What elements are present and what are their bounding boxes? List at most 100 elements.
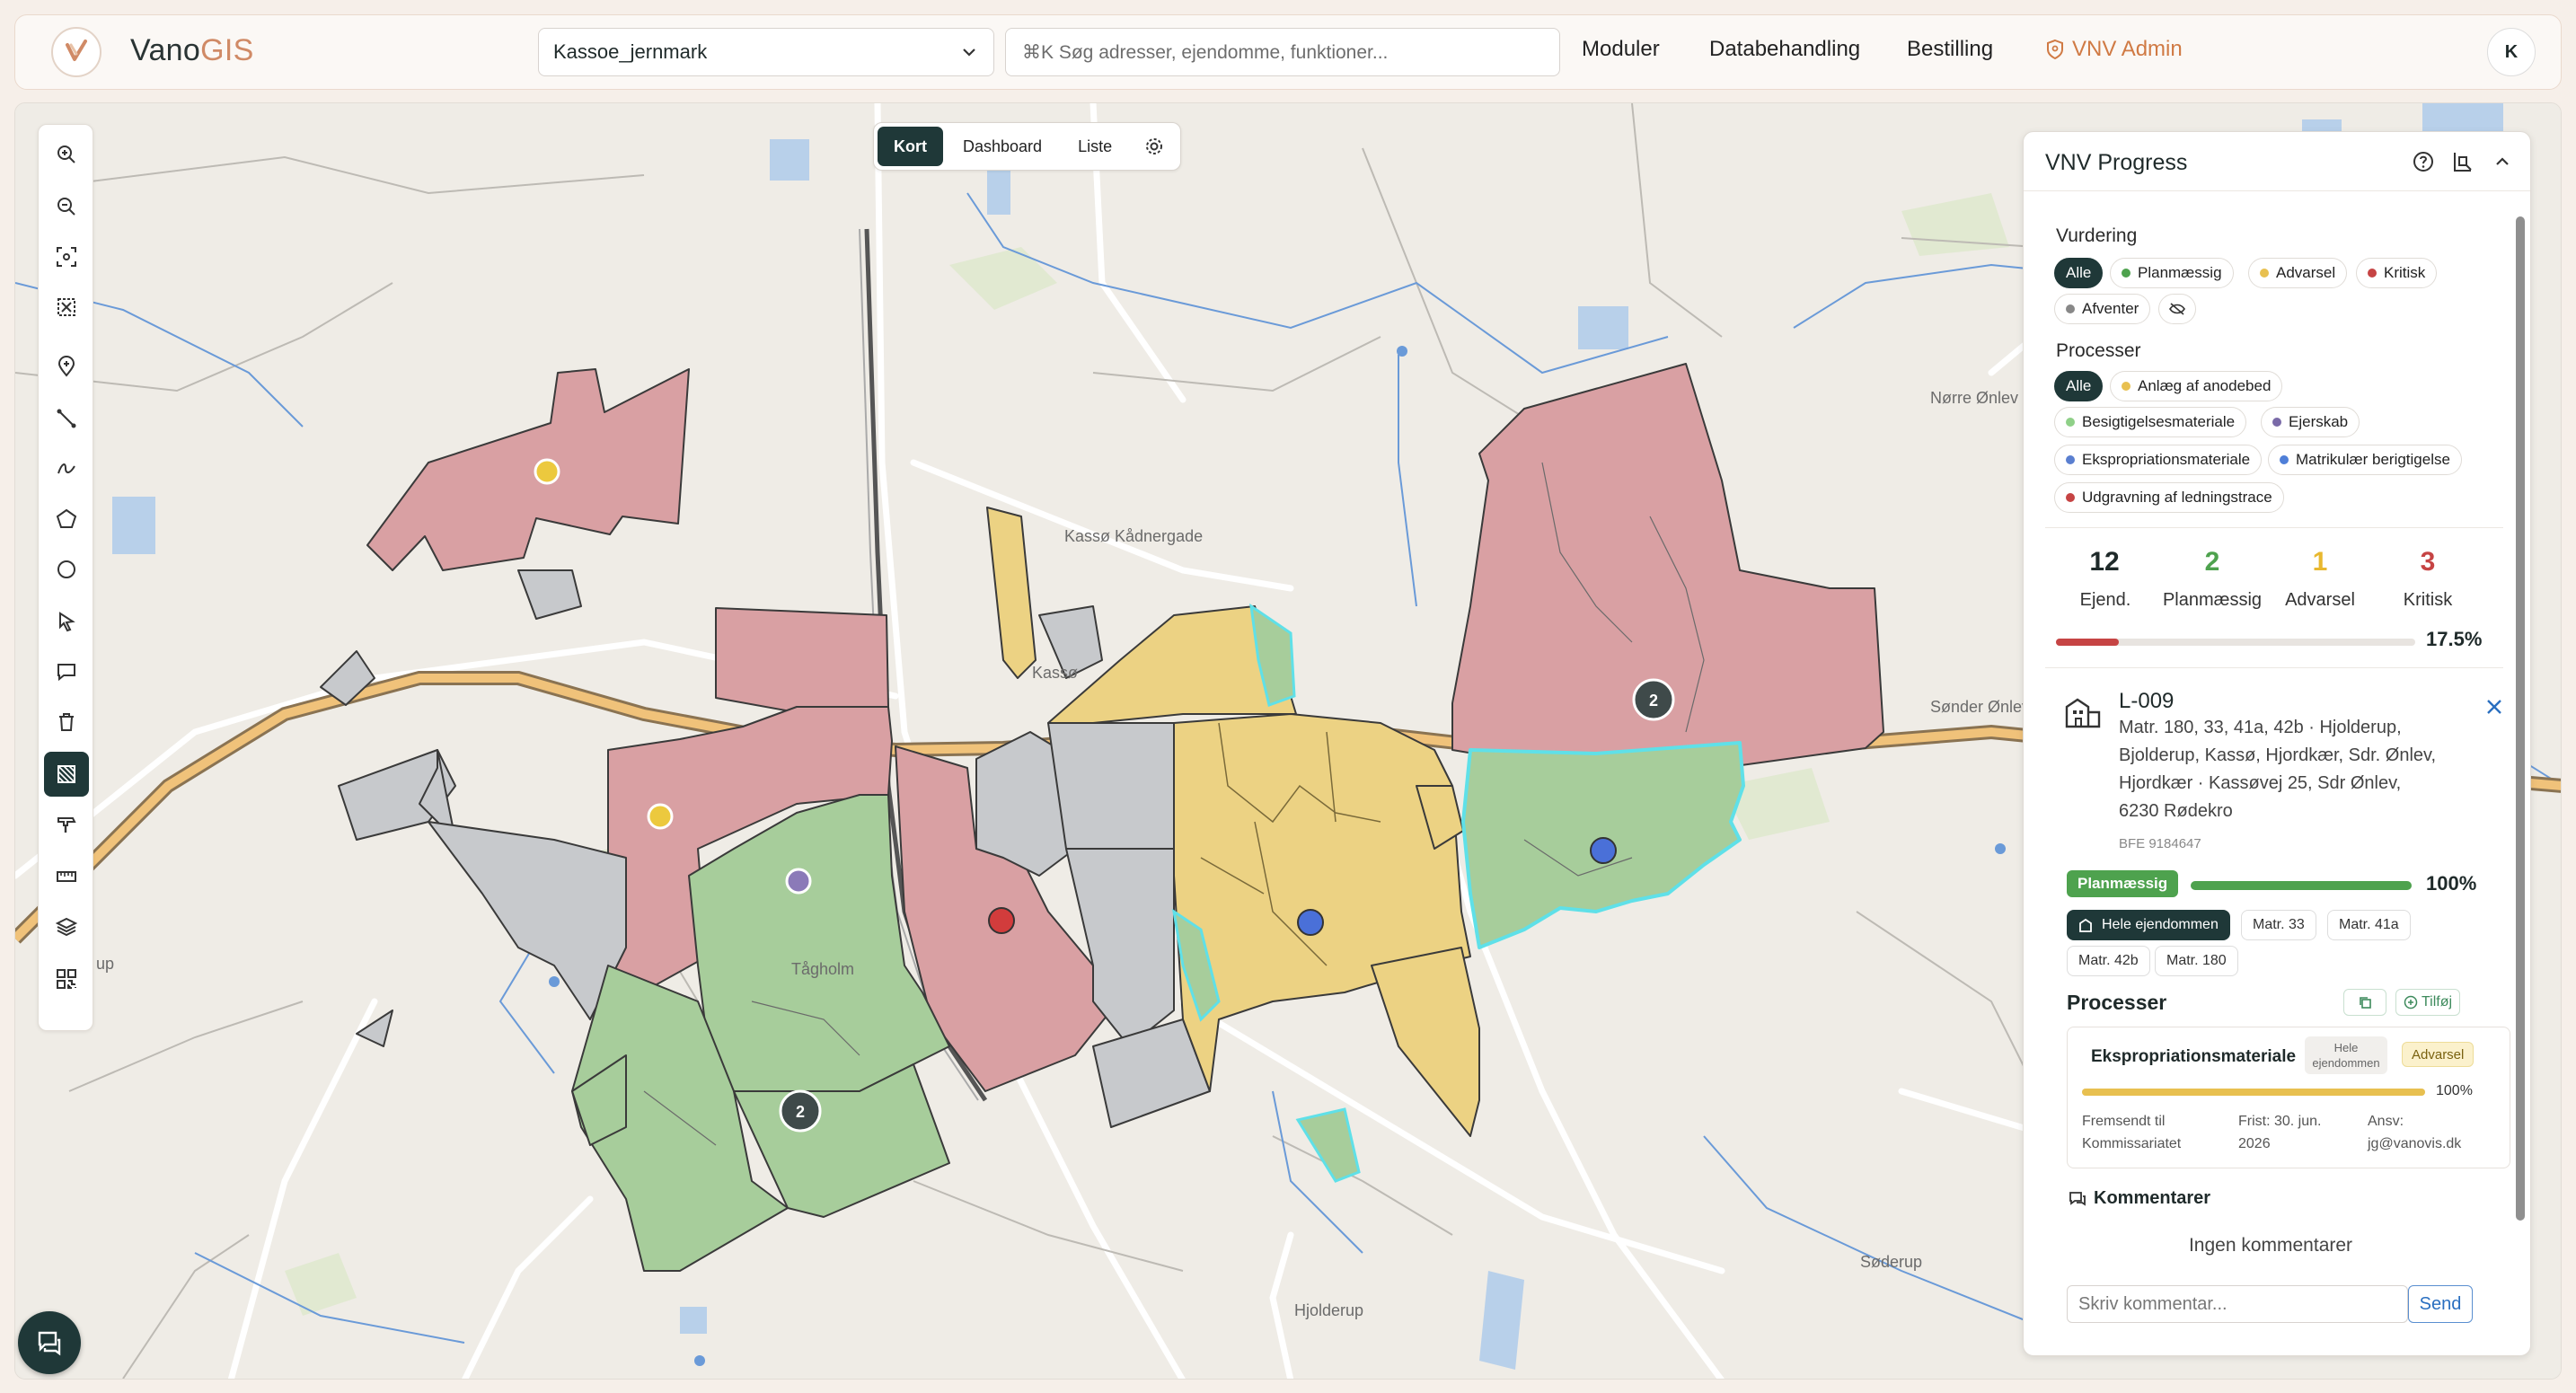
toggle-hidden-button[interactable] bbox=[2158, 294, 2196, 324]
app-logo-text: VanoGIS bbox=[130, 33, 254, 67]
layer-grid-icon[interactable] bbox=[44, 752, 89, 797]
filter-vurdering-planmaessig[interactable]: Planmæssig bbox=[2110, 258, 2234, 288]
process-card[interactable]: Ekspropriationsmateriale Hele ejendommen… bbox=[2067, 1027, 2510, 1168]
divider bbox=[2045, 667, 2503, 668]
process-progress-pct: 100% bbox=[2436, 1083, 2473, 1098]
tab-liste[interactable]: Liste bbox=[1062, 127, 1128, 166]
copy-icon bbox=[2360, 997, 2371, 1009]
building-small-icon bbox=[2079, 918, 2092, 932]
add-point-icon[interactable] bbox=[44, 344, 89, 389]
no-comments-text: Ingen kommentarer bbox=[2188, 1235, 2353, 1256]
filter-proces-alle[interactable]: Alle bbox=[2054, 371, 2104, 401]
view-settings-button[interactable] bbox=[1132, 127, 1177, 166]
filter-vurdering-kritisk[interactable]: Kritisk bbox=[2356, 258, 2438, 288]
process-name: Ekspropriationsmateriale bbox=[2091, 1047, 2297, 1066]
freehand-icon[interactable] bbox=[44, 446, 89, 491]
stat-kritisk-label: Kritisk bbox=[2403, 590, 2453, 610]
panel-title: VNV Progress bbox=[2045, 150, 2188, 175]
nav-moduler[interactable]: Moduler bbox=[1582, 37, 1660, 62]
add-process-button[interactable]: Tilføj bbox=[2395, 989, 2461, 1016]
tab-kort[interactable]: Kort bbox=[878, 127, 943, 166]
draw-circle-icon[interactable] bbox=[44, 547, 89, 592]
tab-dashboard[interactable]: Dashboard bbox=[947, 127, 1058, 166]
report-icon[interactable] bbox=[2449, 148, 2476, 175]
matr-chip-180[interactable]: Matr. 180 bbox=[2155, 946, 2238, 976]
qr-code-icon[interactable] bbox=[44, 957, 89, 1001]
matr-chip-33[interactable]: Matr. 33 bbox=[2241, 910, 2316, 940]
marker-yellow bbox=[647, 803, 674, 830]
search-placeholder: ⌘K Søg adresser, ejendomme, funktioner..… bbox=[1022, 41, 1389, 63]
clear-selection-icon[interactable] bbox=[44, 285, 89, 330]
zoom-in-icon[interactable] bbox=[44, 132, 89, 177]
property-progress-pct: 100% bbox=[2426, 872, 2477, 895]
filter-proces-udgravning[interactable]: Udgravning af ledningstrace bbox=[2054, 482, 2284, 513]
chip-label: Alle bbox=[2066, 377, 2092, 394]
nav-bestilling[interactable]: Bestilling bbox=[1907, 37, 1993, 62]
project-select[interactable]: Kassoe_jernmark bbox=[538, 28, 994, 76]
close-icon[interactable] bbox=[2483, 696, 2505, 722]
stat-planmaessig-value: 2 bbox=[2204, 547, 2220, 577]
panel-scrollbar[interactable] bbox=[2516, 216, 2525, 1221]
map-toolbar bbox=[38, 124, 93, 1031]
property-address: Matr. 180, 33, 41a, 42b · Hjolderup, Bjo… bbox=[2119, 718, 2437, 821]
status-badge: Planmæssig bbox=[2067, 870, 2179, 897]
stat-planmaessig-label: Planmæssig bbox=[2162, 590, 2263, 610]
process-status-text: Fremsendt til Kommissariatet bbox=[2082, 1114, 2182, 1151]
chevron-down-icon bbox=[963, 48, 975, 57]
draw-line-icon[interactable] bbox=[44, 396, 89, 441]
zoom-out-icon[interactable] bbox=[44, 184, 89, 229]
shield-icon bbox=[2047, 39, 2063, 60]
vnv-progress-panel: VNV Progress Vurdering Alle Planmæssig A… bbox=[2023, 131, 2531, 1356]
eye-off-icon bbox=[2169, 303, 2185, 315]
view-switcher: Kort Dashboard Liste bbox=[873, 122, 1182, 171]
trowel-icon[interactable] bbox=[44, 802, 89, 847]
chip-label: Afventer bbox=[2082, 300, 2139, 317]
filter-proces-ejerskab[interactable]: Ejerskab bbox=[2261, 407, 2360, 437]
matr-chip-42b[interactable]: Matr. 42b bbox=[2067, 946, 2150, 976]
nav-databehandling[interactable]: Databehandling bbox=[1709, 37, 1860, 62]
matr-chip-41a[interactable]: Matr. 41a bbox=[2327, 910, 2411, 940]
processer-label: Processer bbox=[2056, 340, 2141, 361]
filter-proces-ekspropriation[interactable]: Ekspropriationsmateriale bbox=[2054, 445, 2263, 475]
comment-icon bbox=[2069, 1191, 2086, 1206]
user-avatar[interactable]: K bbox=[2487, 28, 2536, 76]
filter-vurdering-alle[interactable]: Alle bbox=[2054, 258, 2104, 288]
panel-header: VNV Progress bbox=[2024, 132, 2530, 191]
stat-kritisk-value: 3 bbox=[2420, 547, 2436, 577]
annotation-icon[interactable] bbox=[44, 649, 89, 694]
filter-vurdering-afventer[interactable]: Afventer bbox=[2054, 294, 2151, 324]
property-progress-fill bbox=[2191, 881, 2412, 890]
layers-icon[interactable] bbox=[44, 904, 89, 949]
filter-vurdering-advarsel[interactable]: Advarsel bbox=[2248, 258, 2348, 288]
filter-proces-besigtigelse[interactable]: Besigtigelsesmateriale bbox=[2054, 407, 2247, 437]
matr-chip-hele[interactable]: Hele ejendommen bbox=[2067, 910, 2230, 940]
chat-icon bbox=[38, 1331, 61, 1356]
processer-section-title: Processer bbox=[2067, 991, 2167, 1014]
comment-input[interactable]: Skriv kommentar... bbox=[2067, 1285, 2408, 1323]
search-input[interactable]: ⌘K Søg adresser, ejendomme, funktioner..… bbox=[1005, 28, 1560, 76]
process-scope: Hele ejendommen bbox=[2305, 1036, 2387, 1074]
chat-button[interactable] bbox=[18, 1311, 81, 1374]
filter-proces-anodebed[interactable]: Anlæg af anodebed bbox=[2110, 371, 2283, 401]
collapse-icon[interactable] bbox=[2489, 148, 2516, 175]
trash-icon[interactable] bbox=[44, 700, 89, 745]
help-icon[interactable] bbox=[2410, 148, 2437, 175]
fit-extent-icon[interactable] bbox=[44, 234, 89, 279]
filter-proces-matrikulaer[interactable]: Matrikulær berigtigelse bbox=[2268, 445, 2462, 475]
send-button[interactable]: Send bbox=[2408, 1285, 2473, 1323]
chip-label: Hele ejendommen bbox=[2102, 917, 2219, 932]
select-pointer-icon[interactable] bbox=[44, 599, 89, 644]
stat-advarsel-value: 1 bbox=[2312, 547, 2328, 577]
ruler-icon[interactable] bbox=[44, 854, 89, 899]
draw-polygon-icon[interactable] bbox=[44, 497, 89, 542]
chip-label: Kritisk bbox=[2384, 264, 2426, 281]
stat-ejend-value: 12 bbox=[2089, 547, 2120, 577]
process-progress-bar bbox=[2082, 1089, 2425, 1096]
nav-admin[interactable]: VNV Admin bbox=[2045, 37, 2183, 62]
chip-label: Ekspropriationsmateriale bbox=[2082, 451, 2251, 468]
marker-blue bbox=[1297, 909, 1324, 936]
status-dot bbox=[2066, 418, 2075, 427]
copy-button[interactable] bbox=[2343, 989, 2386, 1016]
vanogis-logo-icon[interactable] bbox=[51, 27, 101, 77]
overall-progress-bar bbox=[2056, 639, 2415, 646]
